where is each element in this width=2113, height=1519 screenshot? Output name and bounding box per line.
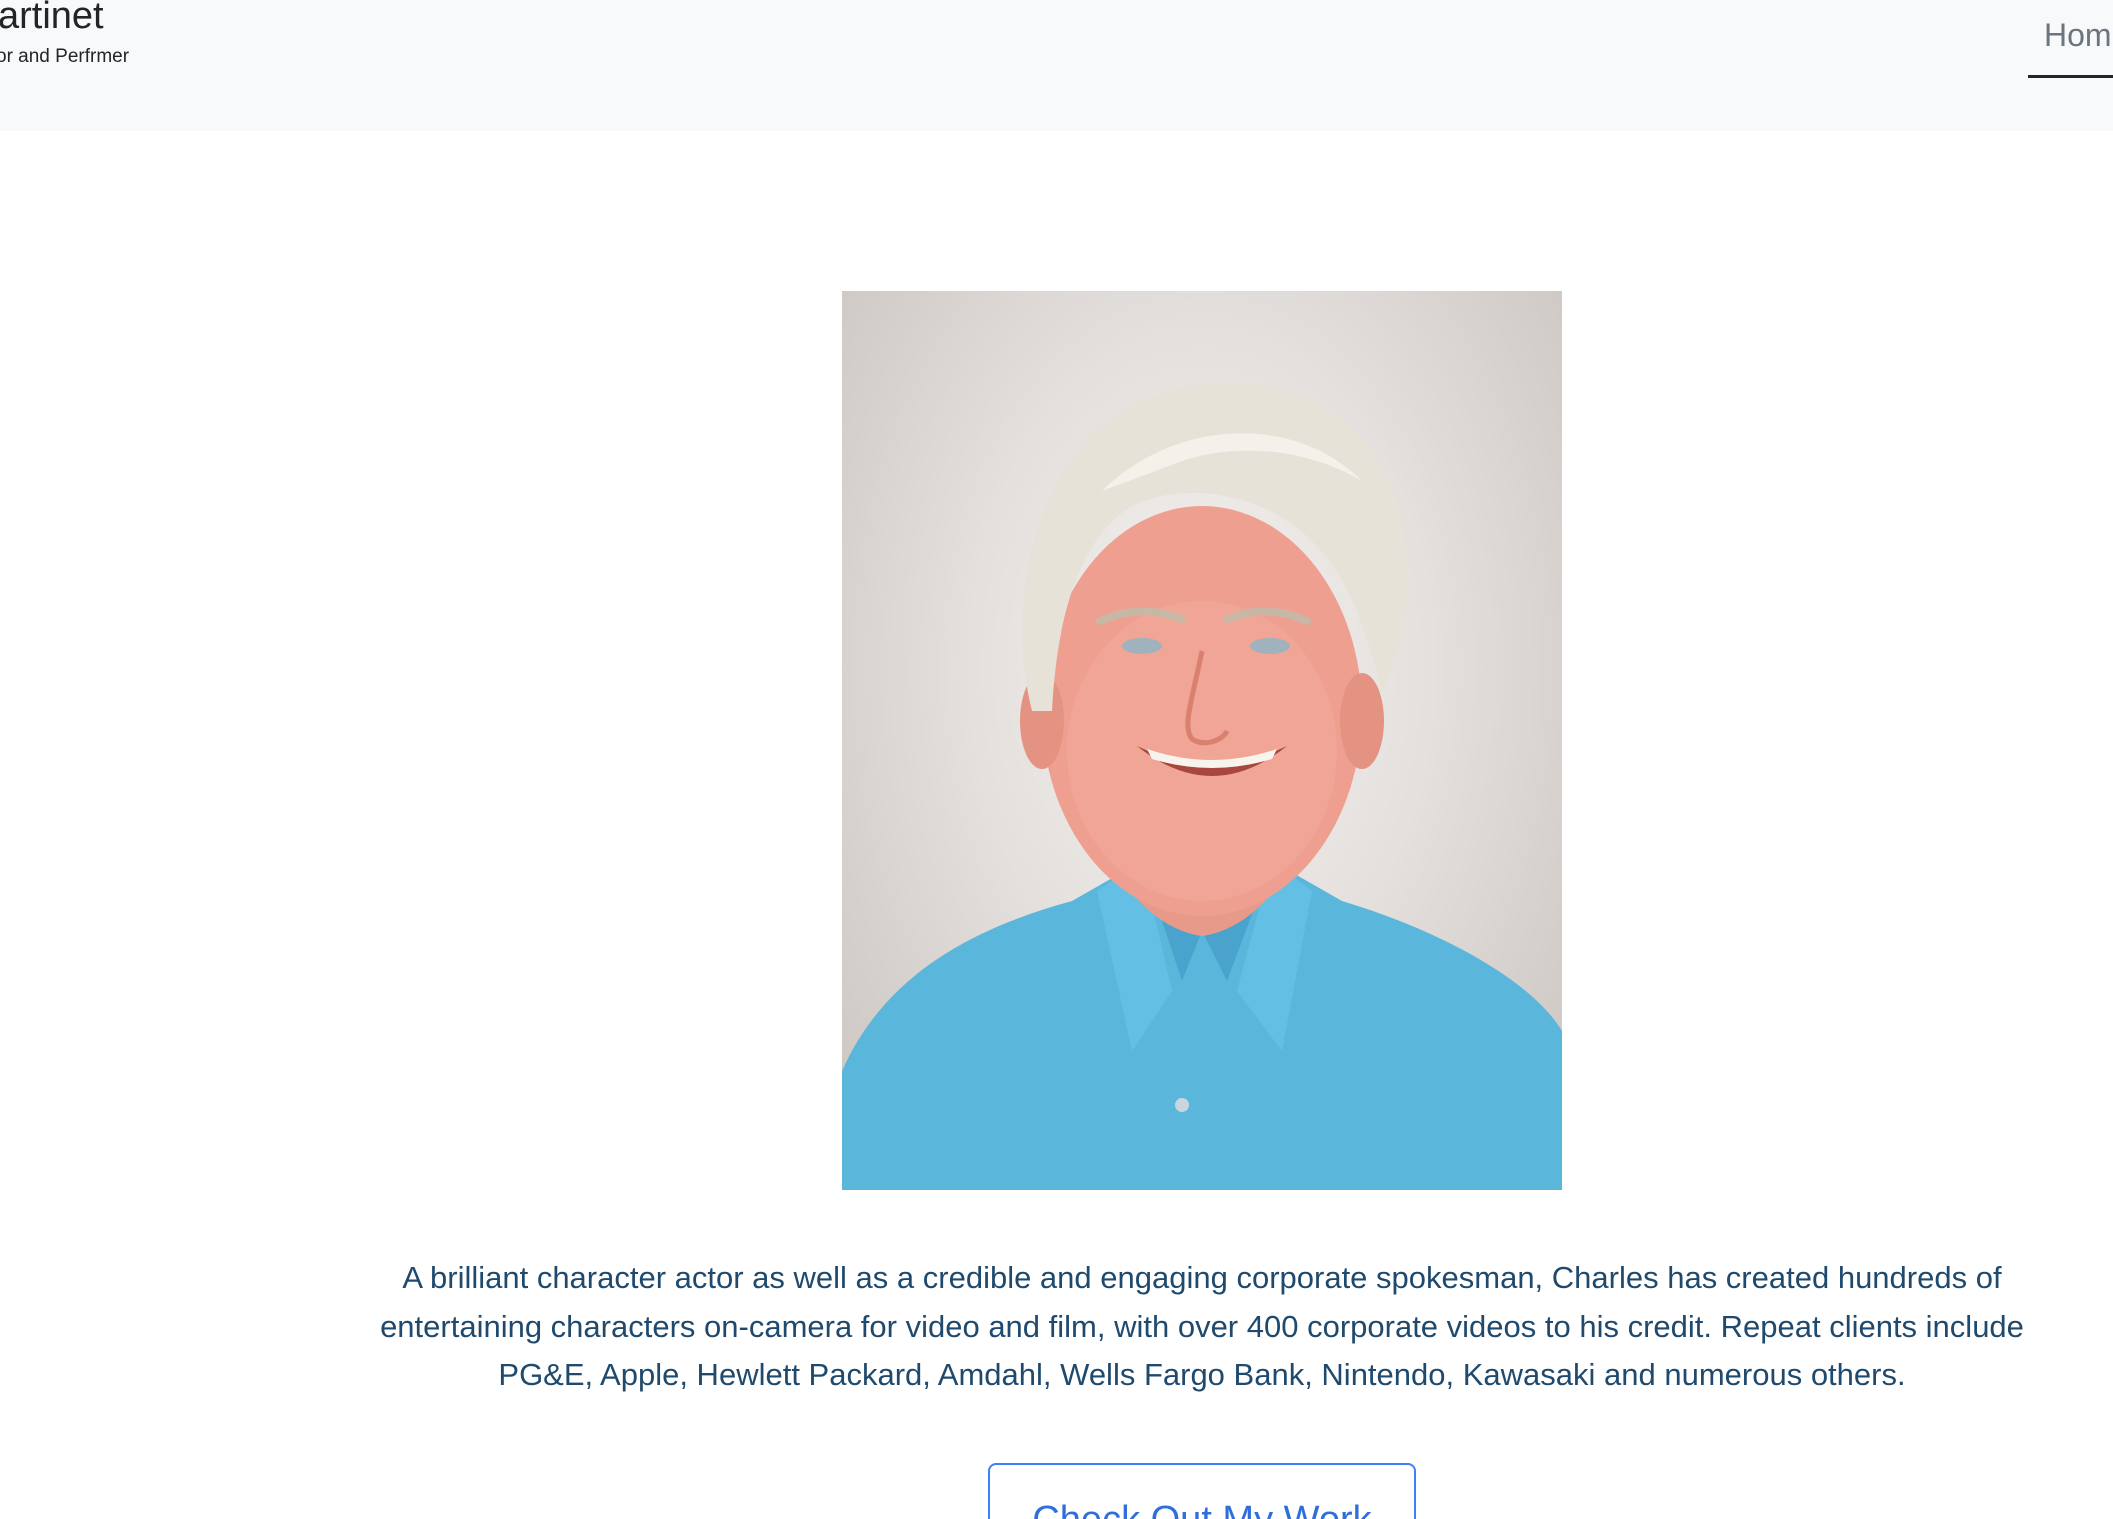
check-out-my-work-button[interactable]: Check Out My Work [988, 1463, 1416, 1519]
nav-link-home-label: Home [2044, 17, 2113, 53]
site-subtitle: or and Perfrmer [0, 46, 130, 67]
bio-paragraph: A brilliant character actor as well as a… [380, 1260, 2024, 1392]
site-title[interactable]: artinet [0, 0, 104, 40]
nav-link-home[interactable]: Home [2028, 0, 2113, 78]
navbar: artinet or and Perfrmer Home [0, 0, 2113, 131]
cta-label: Check Out My Work [990, 1474, 1414, 1519]
page: artinet or and Perfrmer Home [0, 0, 2113, 1519]
portrait-photo [842, 291, 1562, 1190]
portrait-illustration [842, 382, 1562, 1190]
